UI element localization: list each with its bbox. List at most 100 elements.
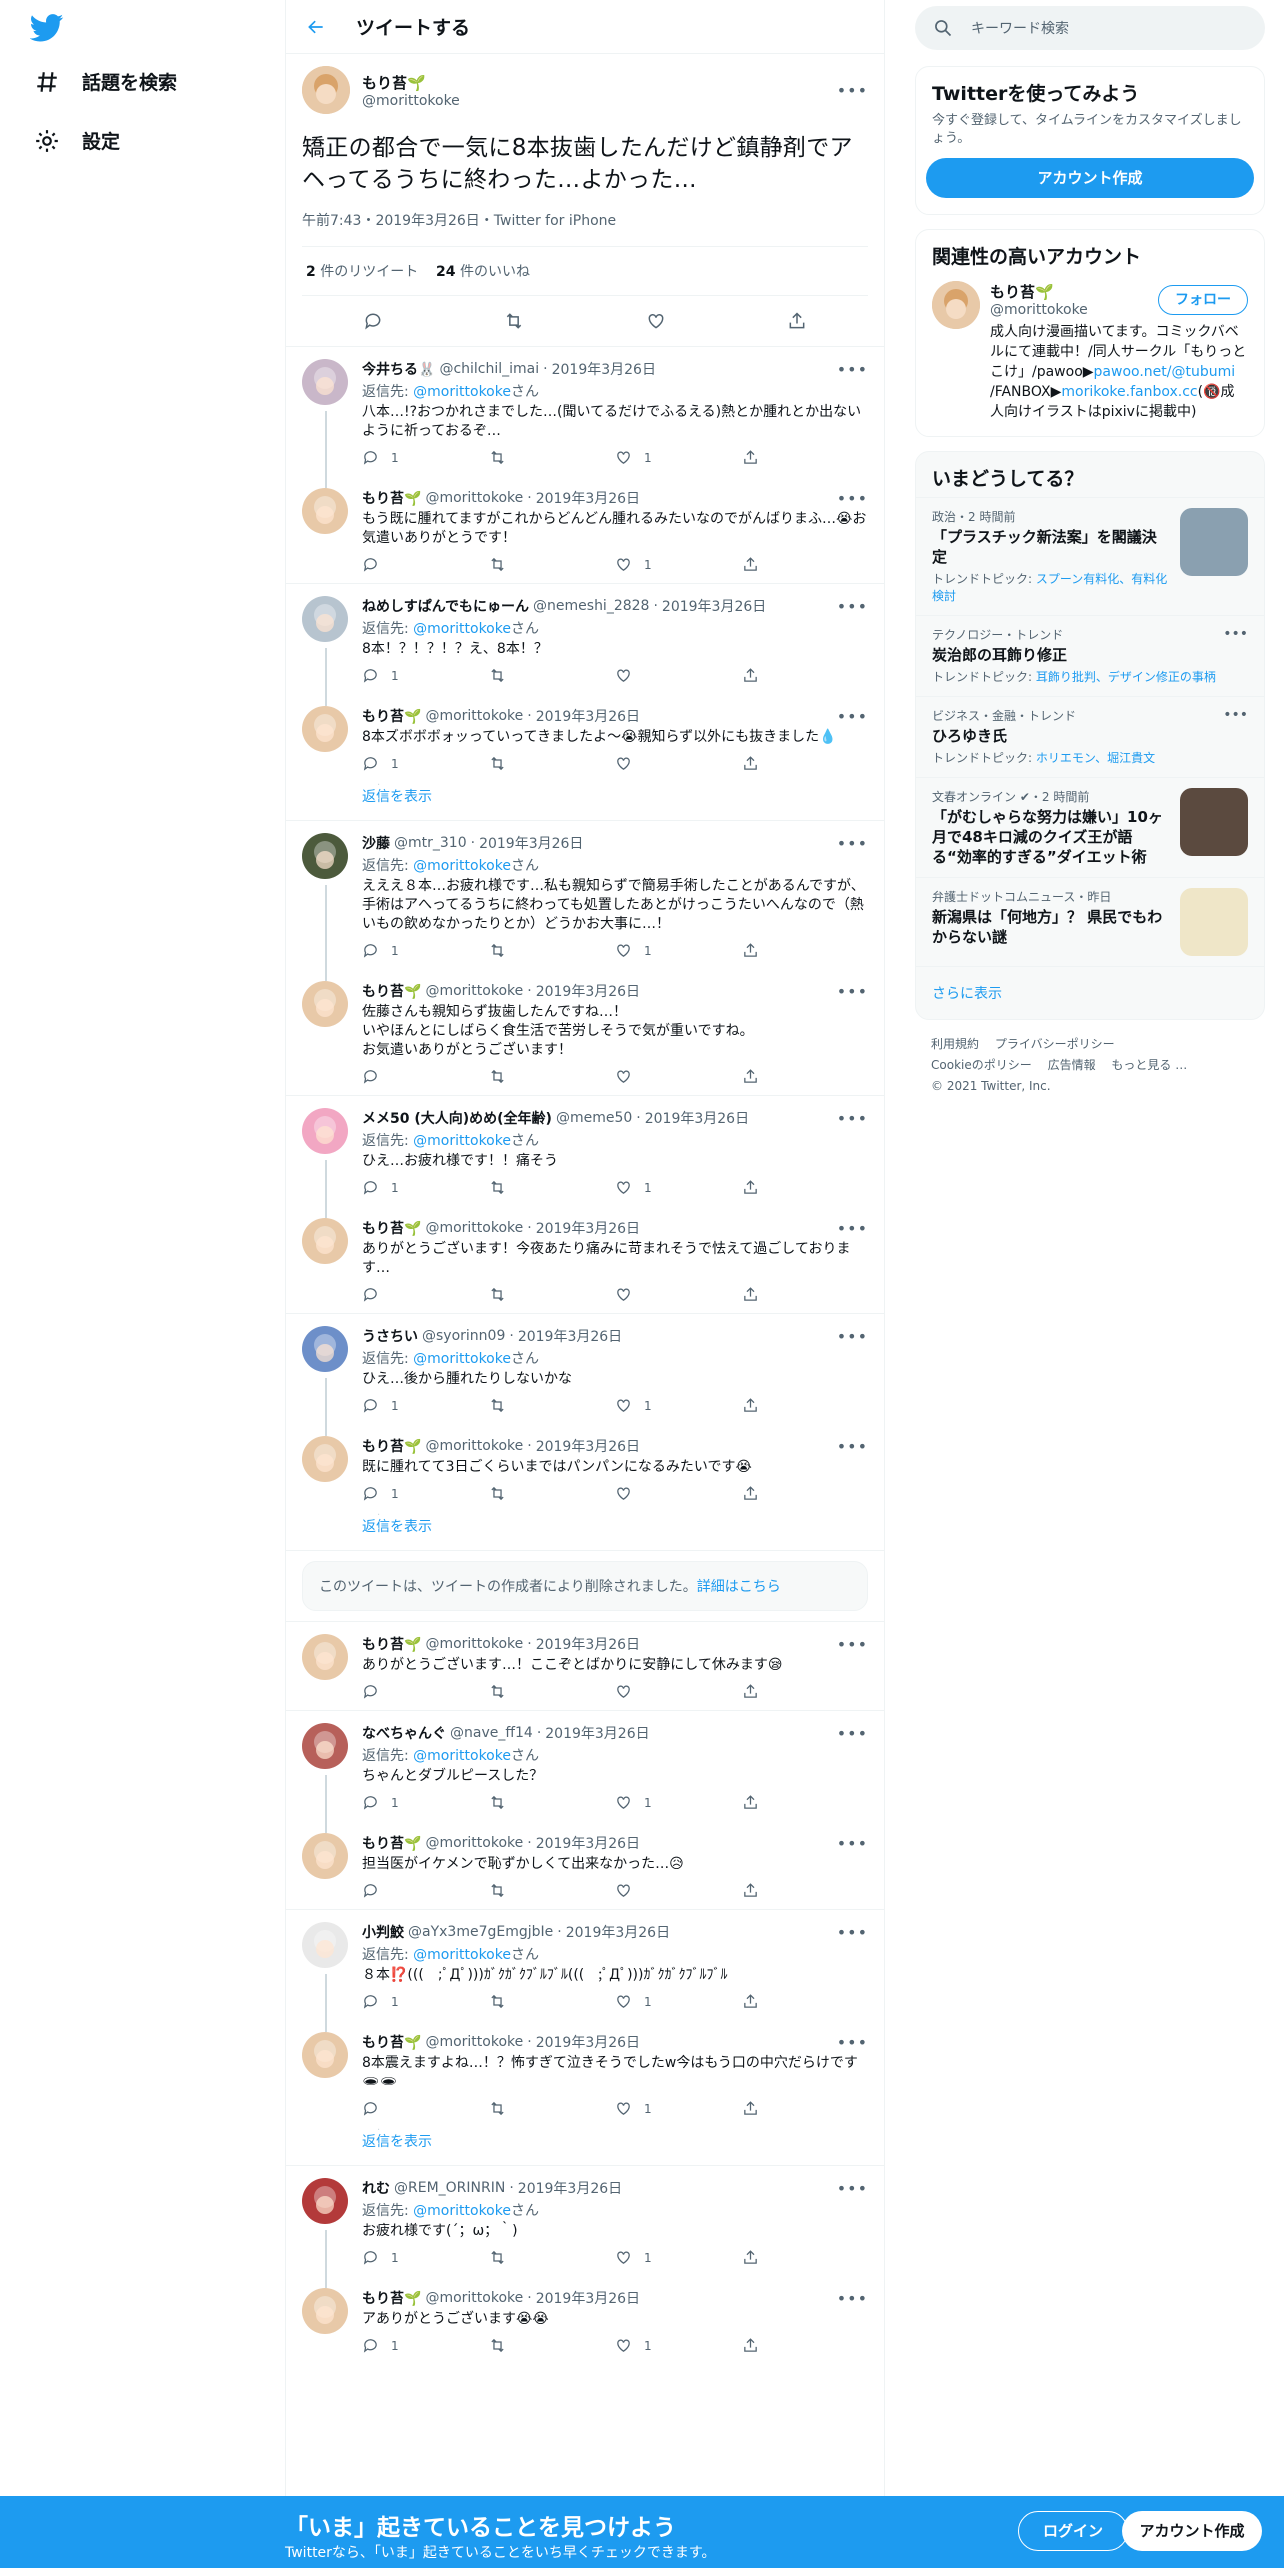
reply-icon[interactable] xyxy=(362,449,379,466)
trend-thumbnail[interactable] xyxy=(1180,888,1248,956)
footer-link[interactable]: もっと見る … xyxy=(1111,1058,1187,1072)
trend-item[interactable]: 政治・2 時間前 「プラスチック新法案」を閣議決定 トレンドトピック: スプーン有料… xyxy=(916,497,1264,615)
retweet-icon[interactable] xyxy=(489,1397,506,1414)
reply-icon[interactable] xyxy=(362,1286,379,1303)
heart-icon[interactable] xyxy=(615,2337,632,2354)
reply-author-name[interactable]: 沙藤 xyxy=(362,833,390,853)
reply-date[interactable]: 2019年3月26日 xyxy=(645,1108,749,1128)
share-icon[interactable] xyxy=(742,755,759,772)
heart-icon[interactable] xyxy=(615,2249,632,2266)
heart-icon[interactable] xyxy=(615,1068,632,1085)
retweet-label[interactable]: 件のリツイート xyxy=(316,264,418,280)
like-label[interactable]: 件のいいね xyxy=(456,264,530,280)
retweet-count[interactable]: 2 xyxy=(306,264,316,280)
share-icon[interactable] xyxy=(742,667,759,684)
related-name[interactable]: もり苔🌱 xyxy=(990,281,1088,302)
reply-date[interactable]: 2019年3月26日 xyxy=(479,833,583,853)
reply-date[interactable]: 2019年3月26日 xyxy=(536,1634,640,1654)
reply-tweet[interactable]: もり苔🌱 @morittokoke · 2019年3月26日 ••• 佐藤さんも親知らず抜… xyxy=(286,969,884,1095)
avatar[interactable] xyxy=(302,1108,348,1154)
reply-tweet[interactable]: ねめしすぱんでもにゅーん @nemeshi_2828 · 2019年3月26日 ••• 返… xyxy=(286,584,884,706)
reply-author-name[interactable]: 今井ちる🐰 xyxy=(362,359,435,379)
footer-link[interactable]: 広告情報 xyxy=(1048,1058,1096,1072)
reply-to-handle[interactable]: @morittokoke xyxy=(413,1947,511,1963)
reply-tweet[interactable]: うさちい @syorinn09 · 2019年3月26日 ••• 返信先: @moritt… xyxy=(286,1314,884,1436)
reply-author-name[interactable]: もり苔🌱 xyxy=(362,1436,421,1456)
reply-date[interactable]: 2019年3月26日 xyxy=(536,2032,640,2052)
reply-tweet[interactable]: もり苔🌱 @morittokoke · 2019年3月26日 ••• ありがとうございます… xyxy=(286,1622,884,1710)
reply-date[interactable]: 2019年3月26日 xyxy=(536,488,640,508)
reply-author-name[interactable]: もり苔🌱 xyxy=(362,1833,421,1853)
reply-author-handle[interactable]: @REM_ORINRIN xyxy=(394,2180,505,2196)
login-button[interactable]: ログイン xyxy=(1018,2511,1128,2551)
reply-tweet[interactable]: もり苔🌱 @morittokoke · 2019年3月26日 ••• 既に腫れてて3日ごく… xyxy=(286,1424,884,1512)
reply-icon[interactable] xyxy=(362,667,379,684)
reply-icon[interactable] xyxy=(362,1068,379,1085)
share-icon[interactable] xyxy=(742,449,759,466)
reply-author-name[interactable]: れむ xyxy=(362,2178,390,2198)
reply-icon[interactable] xyxy=(362,942,379,959)
reply-author-handle[interactable]: @morittokoke xyxy=(425,2034,523,2050)
more-icon[interactable]: ••• xyxy=(837,360,868,379)
reply-date[interactable]: 2019年3月26日 xyxy=(552,359,656,379)
share-icon[interactable] xyxy=(742,1882,759,1899)
reply-tweet[interactable]: もり苔🌱 @morittokoke · 2019年3月26日 ••• 8本震えますよね…！… xyxy=(286,2020,884,2127)
author-name[interactable]: もり苔🌱 xyxy=(362,72,460,93)
share-icon[interactable] xyxy=(742,942,759,959)
twitter-logo-icon[interactable] xyxy=(30,14,64,42)
reply-author-name[interactable]: メメ50 (大人向)めめ(全年齢) xyxy=(362,1108,552,1128)
reply-author-name[interactable]: もり苔🌱 xyxy=(362,2288,421,2308)
search-box[interactable]: キーワード検索 xyxy=(915,6,1265,50)
reply-author-handle[interactable]: @chilchil_imai xyxy=(439,361,539,377)
trend-item[interactable]: ビジネス・金融・トレンド ひろゆき氏 トレンドトピック: ホリエモン、堀江貴文 ••• xyxy=(916,696,1264,777)
reply-tweet[interactable]: もり苔🌱 @morittokoke · 2019年3月26日 ••• もう既に腫れてますが… xyxy=(286,476,884,583)
more-icon[interactable]: ••• xyxy=(837,1437,868,1456)
retweet-icon[interactable] xyxy=(489,1286,506,1303)
heart-icon[interactable] xyxy=(646,311,666,331)
reply-to-handle[interactable]: @morittokoke xyxy=(413,621,511,637)
related-handle[interactable]: @morittokoke xyxy=(990,302,1088,318)
reply-icon[interactable] xyxy=(362,2337,379,2354)
reply-to-handle[interactable]: @morittokoke xyxy=(413,1748,511,1764)
more-icon[interactable]: ••• xyxy=(837,2033,868,2052)
trend-title[interactable]: ひろゆき氏 xyxy=(932,726,1223,746)
create-account-button[interactable]: アカウント作成 xyxy=(926,158,1254,198)
share-icon[interactable] xyxy=(742,1179,759,1196)
heart-icon[interactable] xyxy=(615,755,632,772)
share-icon[interactable] xyxy=(742,556,759,573)
retweet-icon[interactable] xyxy=(489,1882,506,1899)
reply-date[interactable]: 2019年3月26日 xyxy=(536,981,640,1001)
show-more-link[interactable]: さらに表示 xyxy=(916,966,1264,1019)
reply-author-handle[interactable]: @morittokoke xyxy=(425,2290,523,2306)
reply-author-handle[interactable]: @meme50 xyxy=(556,1110,632,1126)
reply-tweet[interactable]: 今井ちる🐰 @chilchil_imai · 2019年3月26日 ••• 返信先: @m… xyxy=(286,347,884,488)
reply-icon[interactable] xyxy=(362,1993,379,2010)
avatar[interactable] xyxy=(302,359,348,405)
bio-link-pawoo[interactable]: pawoo.net/@tubumi xyxy=(1094,364,1236,380)
avatar[interactable] xyxy=(302,2032,348,2078)
trend-item[interactable]: 弁護士ドットコムニュース・昨日 新潟県は「何地方」？ 県民でもわからない謎 xyxy=(916,877,1264,966)
footer-link[interactable]: プライバシーポリシー xyxy=(995,1037,1115,1051)
learn-more-link[interactable]: 詳細はこちら xyxy=(697,1579,781,1595)
trend-topic-links[interactable]: ホリエモン、堀江貴文 xyxy=(1036,751,1155,765)
more-icon[interactable]: ••• xyxy=(837,1219,868,1238)
share-icon[interactable] xyxy=(742,1068,759,1085)
reply-tweet[interactable]: れむ @REM_ORINRIN · 2019年3月26日 ••• 返信先: @moritt… xyxy=(286,2166,884,2288)
avatar[interactable] xyxy=(302,833,348,879)
more-icon[interactable]: ••• xyxy=(837,489,868,508)
reply-icon[interactable] xyxy=(362,2100,379,2117)
retweet-icon[interactable] xyxy=(489,1683,506,1700)
reply-icon[interactable] xyxy=(363,311,383,331)
share-icon[interactable] xyxy=(742,1794,759,1811)
reply-author-handle[interactable]: @morittokoke xyxy=(425,983,523,999)
avatar[interactable] xyxy=(302,1723,348,1769)
retweet-icon[interactable] xyxy=(489,1068,506,1085)
author-handle[interactable]: @morittokoke xyxy=(362,93,460,109)
reply-author-handle[interactable]: @morittokoke xyxy=(425,1220,523,1236)
show-replies-link[interactable]: · · · 返信を表示 xyxy=(286,781,884,821)
reply-tweet[interactable]: もり苔🌱 @morittokoke · 2019年3月26日 ••• アありがとうございま… xyxy=(286,2276,884,2364)
heart-icon[interactable] xyxy=(615,1993,632,2010)
trend-title[interactable]: 「プラスチック新法案」を閣議決定 xyxy=(932,527,1170,567)
footer-link[interactable]: Cookieのポリシー xyxy=(931,1058,1032,1072)
reply-date[interactable]: 2019年3月26日 xyxy=(536,706,640,726)
